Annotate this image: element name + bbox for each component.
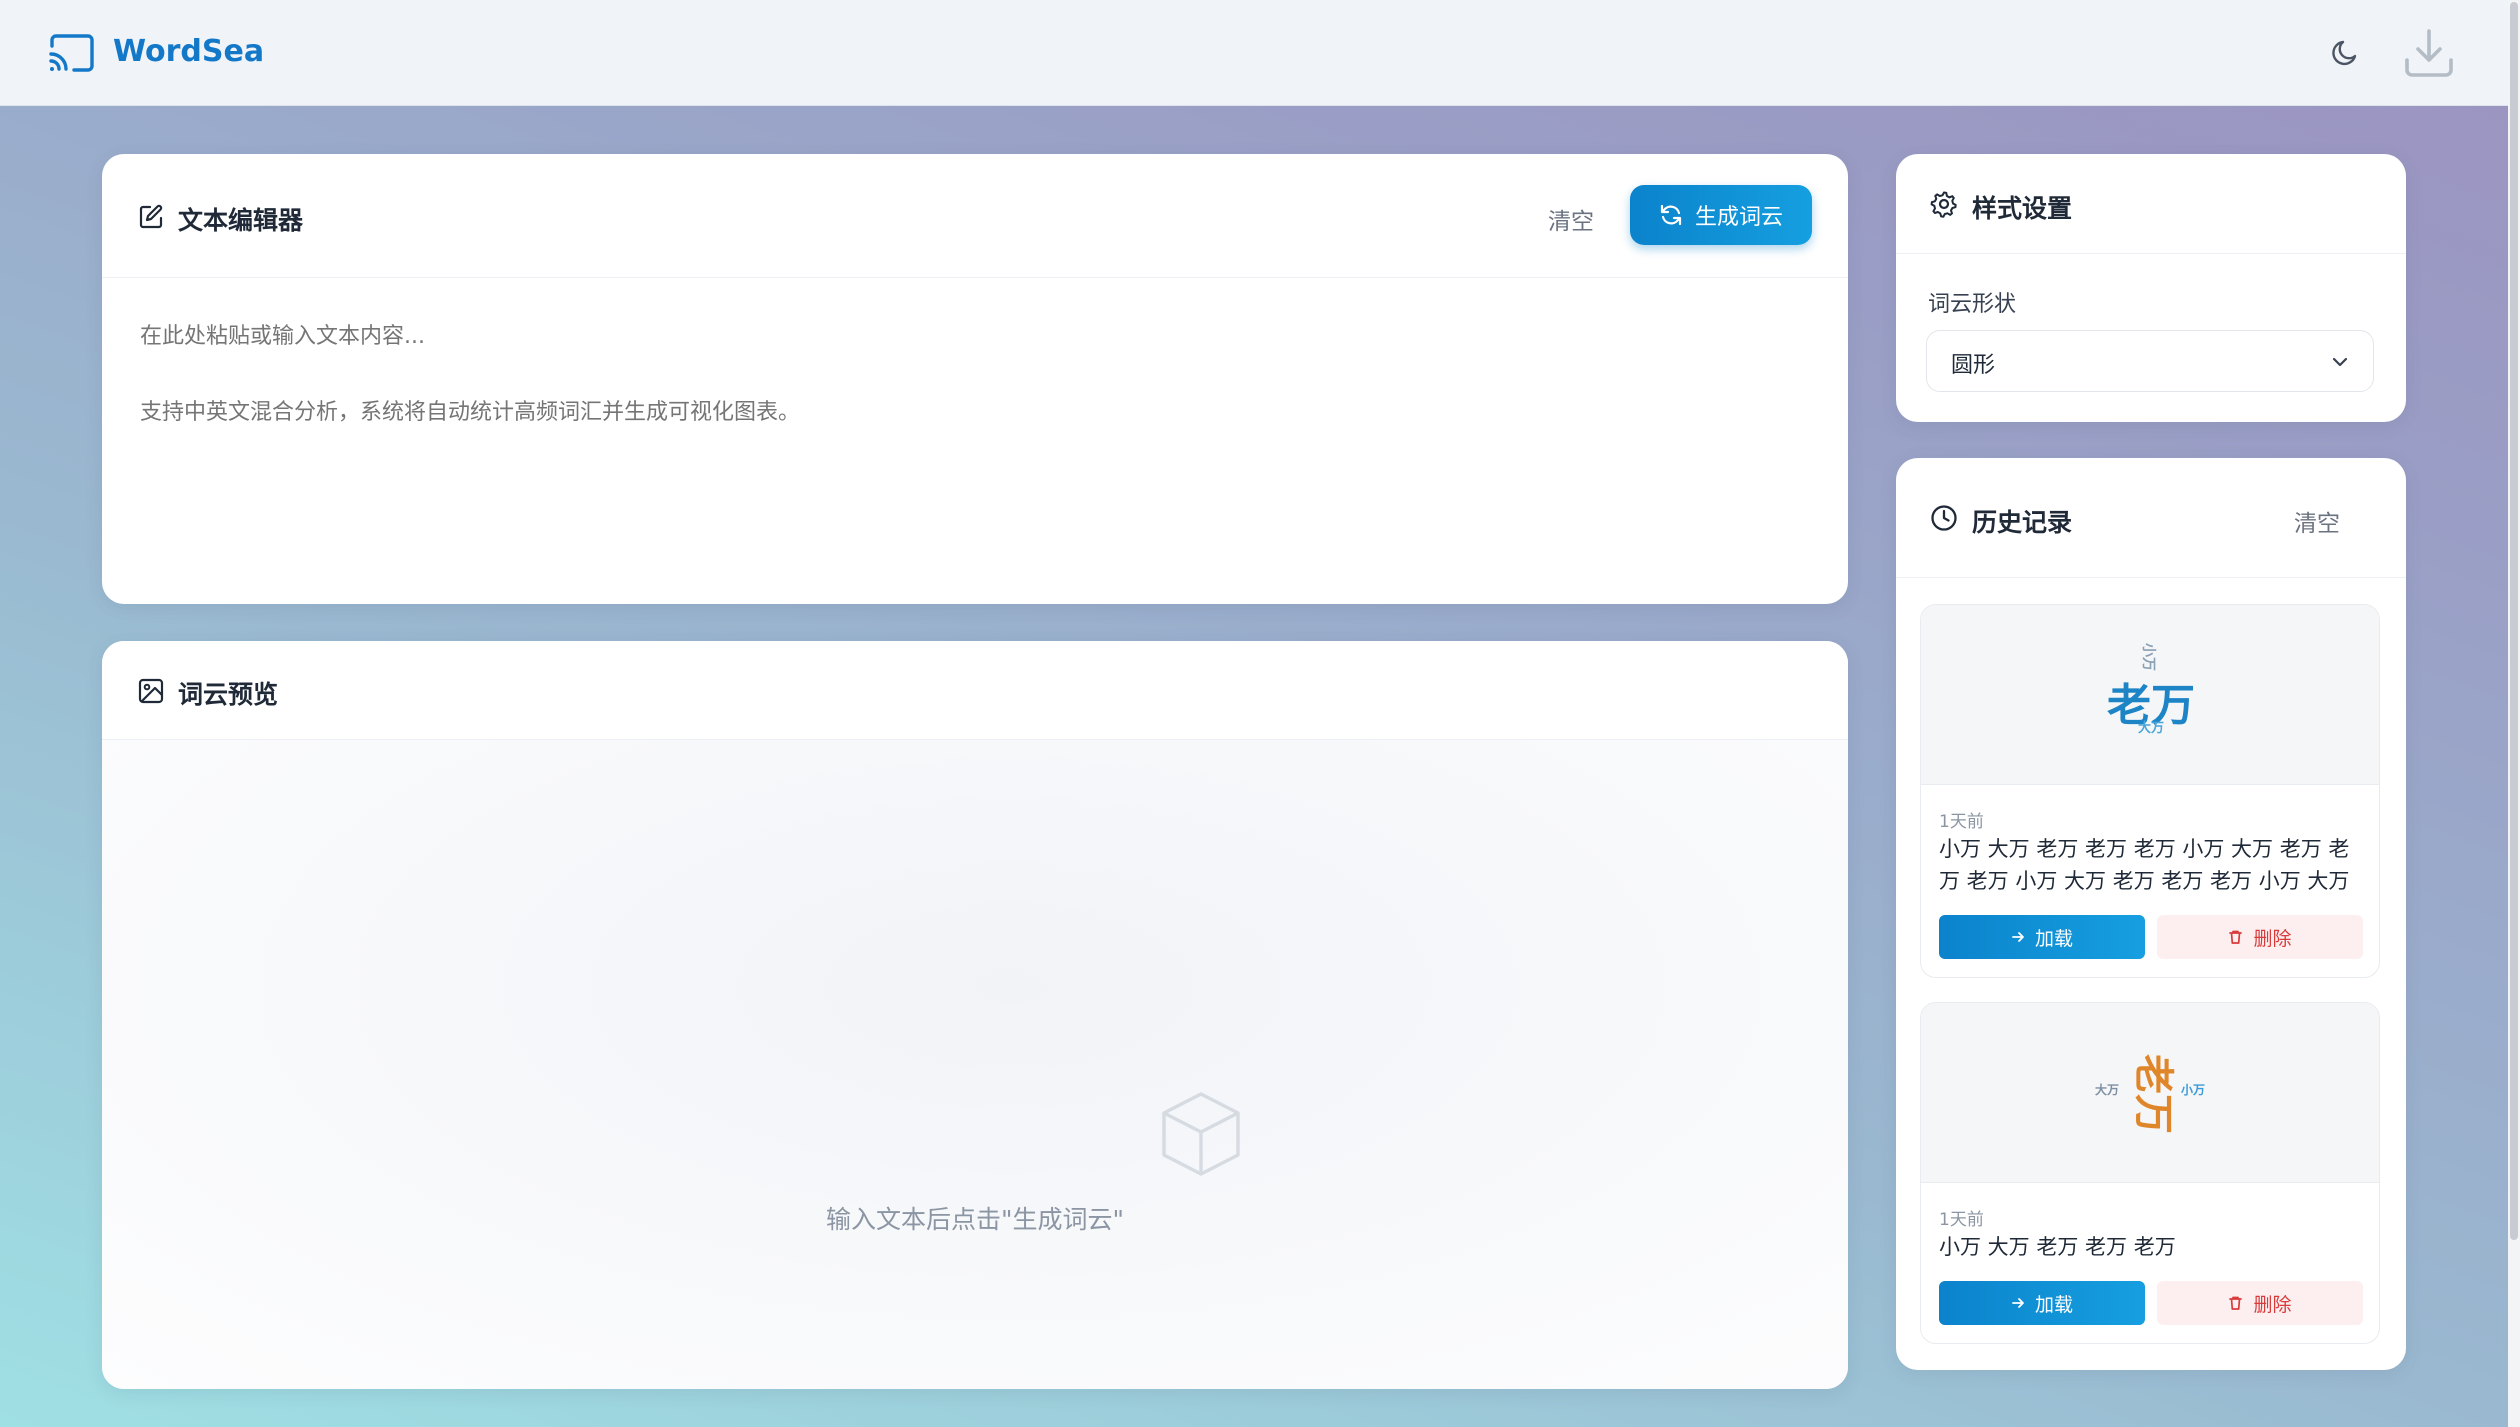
edit-icon (139, 204, 163, 229)
arrow-right-icon (2012, 1298, 2024, 1308)
thumb-word: 老万 (2130, 1054, 2176, 1134)
thumb-word: 大万 (2138, 721, 2165, 736)
history-time: 1天前 (1939, 812, 1984, 832)
history-clear-button[interactable]: 清空 (2294, 504, 2340, 538)
generate-button-label: 生成词云 (1694, 205, 1783, 230)
load-button[interactable]: 加载 (1939, 1281, 2145, 1325)
history-title: 历史记录 (1972, 508, 2073, 537)
history-text: 小万 大万 老万 老万 老万 (1939, 1235, 2176, 1259)
load-button[interactable]: 加载 (1939, 915, 2145, 959)
cast-icon (49, 34, 94, 72)
clock-icon (1931, 505, 1957, 531)
arrow-right-icon (2012, 932, 2024, 942)
text-editor-card: 文本编辑器 清空 生成词云 (102, 154, 1848, 604)
history-thumbnail[interactable]: 小万 老万 大万 (1921, 605, 2379, 785)
thumb-word: 大万 (2095, 1083, 2120, 1097)
delete-button-label: 删除 (2253, 1293, 2292, 1316)
history-item: 大万 老万 小万 1天前 小万 大万 老万 老万 老万 加载 删除 (1920, 1002, 2380, 1344)
shape-select-value: 圆形 (1951, 353, 1996, 378)
image-icon (138, 678, 164, 704)
editor-title: 文本编辑器 (178, 206, 304, 235)
generate-wordcloud-button[interactable]: 生成词云 (1630, 185, 1812, 245)
load-button-label: 加载 (2034, 1293, 2073, 1316)
text-input[interactable] (140, 318, 1800, 558)
app-name: WordSea (113, 34, 265, 69)
wordcloud-preview-card: 词云预览 输入文本后点击"生成词云" (102, 641, 1848, 1389)
gear-icon (1930, 191, 1957, 218)
history-item: 小万 老万 大万 1天前 小万 大万 老万 老万 老万 小万 大万 老万 老万 … (1920, 604, 2380, 978)
chevron-down-icon (2332, 357, 2348, 367)
cube-icon (1162, 1092, 1240, 1176)
trash-icon (2229, 1296, 2243, 1310)
history-time: 1天前 (1939, 1210, 1984, 1230)
preview-title: 词云预览 (178, 680, 279, 709)
preview-canvas: 输入文本后点击"生成词云" (102, 740, 1848, 1389)
style-card-header: 样式设置 (1896, 154, 2406, 254)
style-settings-title: 样式设置 (1972, 194, 2073, 223)
download-icon[interactable] (2402, 26, 2456, 80)
history-card: 历史记录 清空 小万 老万 大万 1天前 小万 大万 老万 老万 老万 小万 大… (1896, 458, 2406, 1370)
history-card-header: 历史记录 清空 (1896, 458, 2406, 578)
delete-button-label: 删除 (2253, 927, 2292, 950)
trash-icon (2229, 930, 2243, 944)
shape-label: 词云形状 (1928, 292, 2017, 317)
history-thumbnail[interactable]: 大万 老万 小万 (1921, 1003, 2379, 1183)
thumb-word: 小万 (2181, 1083, 2206, 1097)
editor-card-header: 文本编辑器 清空 生成词云 (102, 154, 1848, 278)
scrollbar-thumb[interactable] (2510, 2, 2518, 1240)
style-settings-card: 样式设置 词云形状 圆形 (1896, 154, 2406, 422)
empty-state-text: 输入文本后点击"生成词云" (826, 1205, 1124, 1234)
history-text: 小万 大万 老万 老万 老万 小万 大万 老万 老万 老万 小万 大万 老万 老… (1939, 837, 2350, 893)
top-header: WordSea (0, 0, 2508, 106)
delete-button[interactable]: 删除 (2157, 1281, 2363, 1325)
delete-button[interactable]: 删除 (2157, 915, 2363, 959)
load-button-label: 加载 (2034, 927, 2073, 950)
thumb-word: 小万 (2140, 643, 2156, 671)
moon-icon[interactable] (2328, 34, 2364, 70)
preview-card-header: 词云预览 (102, 641, 1848, 740)
shape-select[interactable]: 圆形 (1926, 330, 2374, 392)
editor-clear-button[interactable]: 清空 (1548, 202, 1594, 236)
refresh-icon (1660, 204, 1682, 226)
